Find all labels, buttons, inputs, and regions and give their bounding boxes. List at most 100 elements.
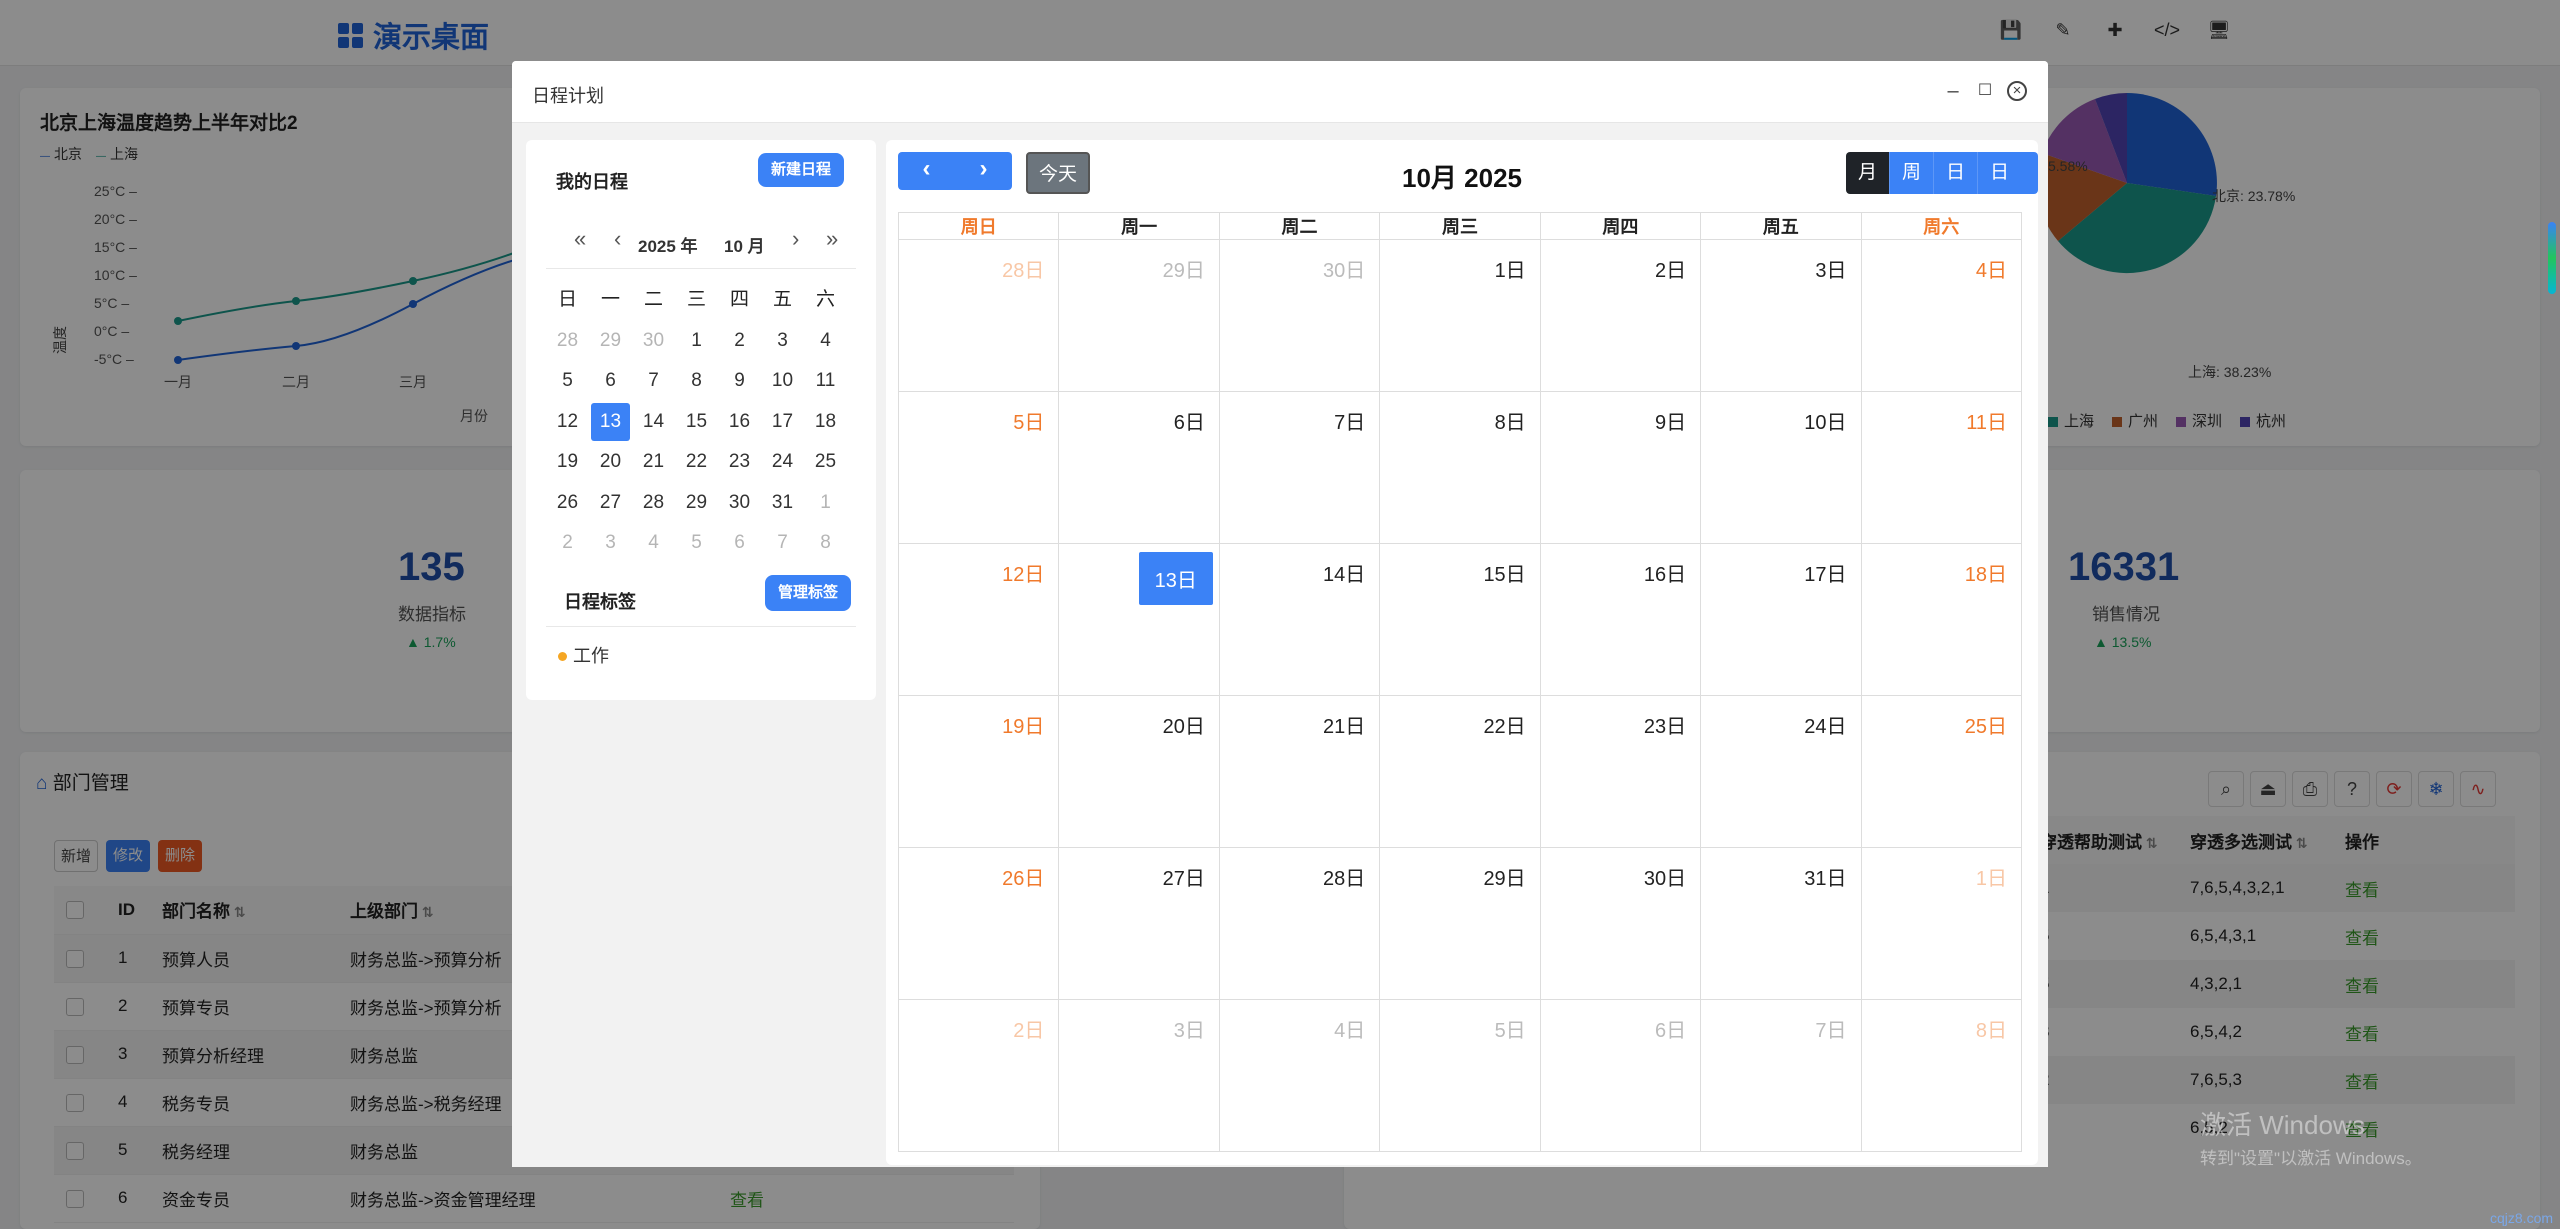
- prev-year-icon[interactable]: «: [574, 226, 586, 252]
- day-cell-today[interactable]: 13日: [1058, 543, 1220, 696]
- mini-day[interactable]: 28: [546, 321, 589, 362]
- mini-day[interactable]: 3: [589, 523, 632, 564]
- day-cell[interactable]: 25日: [1860, 695, 2023, 848]
- day-cell[interactable]: 3日: [1058, 999, 1220, 1152]
- mini-day[interactable]: 6: [589, 361, 632, 402]
- next-month-icon[interactable]: ›: [792, 226, 799, 252]
- day-cell[interactable]: 9日: [1539, 391, 1702, 544]
- mini-year-label[interactable]: 2025 年: [638, 232, 698, 257]
- mini-day[interactable]: 15: [675, 402, 718, 443]
- mini-day[interactable]: 12: [546, 402, 589, 443]
- mini-day[interactable]: 29: [675, 483, 718, 524]
- mini-day[interactable]: 19: [546, 442, 589, 483]
- day-cell[interactable]: 22日: [1379, 695, 1541, 848]
- day-cell[interactable]: 31日: [1700, 847, 1862, 1000]
- mini-day[interactable]: 21: [632, 442, 675, 483]
- manage-tags-button[interactable]: 管理标签: [765, 575, 851, 611]
- mini-day[interactable]: 20: [589, 442, 632, 483]
- day-cell[interactable]: 4日: [1860, 239, 2023, 392]
- day-cell[interactable]: 5日: [897, 391, 1060, 544]
- day-cell[interactable]: 21日: [1218, 695, 1381, 848]
- view-week-button[interactable]: 周: [1889, 152, 1934, 194]
- mini-day[interactable]: 31: [761, 483, 804, 524]
- day-cell[interactable]: 16日: [1539, 543, 1702, 696]
- mini-day[interactable]: 4: [632, 523, 675, 564]
- mini-day[interactable]: 25: [804, 442, 847, 483]
- day-cell[interactable]: 29日: [1379, 847, 1541, 1000]
- day-cell[interactable]: 24日: [1700, 695, 1862, 848]
- mini-day[interactable]: 26: [546, 483, 589, 524]
- view-day-button[interactable]: 日: [1933, 152, 1978, 194]
- dialog-header[interactable]: 日程计划 – ☐ ×: [512, 61, 2048, 123]
- day-cell[interactable]: 8日: [1379, 391, 1541, 544]
- mini-day[interactable]: 18: [804, 402, 847, 443]
- mini-day[interactable]: 2: [546, 523, 589, 564]
- day-cell[interactable]: 11日: [1860, 391, 2023, 544]
- mini-day-selected[interactable]: 13: [591, 402, 630, 441]
- mini-day[interactable]: 24: [761, 442, 804, 483]
- tag-work[interactable]: 工作: [558, 642, 609, 668]
- mini-day[interactable]: 1: [675, 321, 718, 362]
- day-cell[interactable]: 7日: [1218, 391, 1381, 544]
- mini-day[interactable]: 7: [632, 361, 675, 402]
- mini-month-label[interactable]: 10 月: [724, 232, 765, 257]
- day-cell[interactable]: 10日: [1700, 391, 1862, 544]
- day-cell[interactable]: 12日: [897, 543, 1060, 696]
- mini-day[interactable]: 9: [718, 361, 761, 402]
- day-cell[interactable]: 19日: [897, 695, 1060, 848]
- mini-day[interactable]: 28: [632, 483, 675, 524]
- minimize-icon[interactable]: –: [1940, 79, 1966, 105]
- day-cell[interactable]: 6日: [1539, 999, 1702, 1152]
- next-year-icon[interactable]: »: [826, 226, 838, 252]
- day-cell[interactable]: 2日: [897, 999, 1060, 1152]
- day-cell[interactable]: 15日: [1379, 543, 1541, 696]
- day-cell[interactable]: 18日: [1860, 543, 2023, 696]
- day-cell[interactable]: 26日: [897, 847, 1060, 1000]
- mini-day[interactable]: 14: [632, 402, 675, 443]
- mini-day[interactable]: 30: [718, 483, 761, 524]
- day-cell[interactable]: 17日: [1700, 543, 1862, 696]
- mini-day[interactable]: 6: [718, 523, 761, 564]
- mini-day[interactable]: 11: [804, 361, 847, 402]
- mini-day[interactable]: 3: [761, 321, 804, 362]
- day-cell[interactable]: 5日: [1379, 999, 1541, 1152]
- day-cell[interactable]: 2日: [1539, 239, 1702, 392]
- day-cell[interactable]: 30日: [1539, 847, 1702, 1000]
- day-cell[interactable]: 8日: [1860, 999, 2023, 1152]
- day-cell[interactable]: 14日: [1218, 543, 1381, 696]
- mini-day[interactable]: 22: [675, 442, 718, 483]
- day-cell[interactable]: 23日: [1539, 695, 1702, 848]
- mini-day[interactable]: 27: [589, 483, 632, 524]
- mini-day[interactable]: 10: [761, 361, 804, 402]
- close-icon[interactable]: ×: [2007, 81, 2027, 101]
- day-cell[interactable]: 20日: [1058, 695, 1220, 848]
- mini-day[interactable]: 1: [804, 483, 847, 524]
- mini-day[interactable]: 8: [675, 361, 718, 402]
- new-schedule-button[interactable]: 新建日程: [758, 153, 844, 187]
- mini-day[interactable]: 4: [804, 321, 847, 362]
- day-cell[interactable]: 4日: [1218, 999, 1381, 1152]
- day-cell[interactable]: 7日: [1700, 999, 1862, 1152]
- side-handle[interactable]: [2548, 222, 2556, 294]
- mini-day[interactable]: 29: [589, 321, 632, 362]
- mini-day[interactable]: 2: [718, 321, 761, 362]
- mini-day[interactable]: 23: [718, 442, 761, 483]
- prev-month-icon[interactable]: ‹: [614, 226, 621, 252]
- day-cell[interactable]: 29日: [1058, 239, 1220, 392]
- view-list-button[interactable]: 日程: [1977, 152, 2038, 194]
- day-cell[interactable]: 1日: [1379, 239, 1541, 392]
- maximize-icon[interactable]: ☐: [1972, 79, 1998, 105]
- day-cell[interactable]: 3日: [1700, 239, 1862, 392]
- view-month-button[interactable]: 月: [1846, 152, 1890, 194]
- mini-day[interactable]: 5: [546, 361, 589, 402]
- day-cell[interactable]: 30日: [1218, 239, 1381, 392]
- mini-day[interactable]: 17: [761, 402, 804, 443]
- day-cell[interactable]: 1日: [1860, 847, 2023, 1000]
- mini-day[interactable]: 8: [804, 523, 847, 564]
- day-cell[interactable]: 28日: [1218, 847, 1381, 1000]
- day-cell[interactable]: 28日: [897, 239, 1060, 392]
- day-cell[interactable]: 6日: [1058, 391, 1220, 544]
- day-cell[interactable]: 27日: [1058, 847, 1220, 1000]
- mini-day[interactable]: 30: [632, 321, 675, 362]
- mini-day[interactable]: 16: [718, 402, 761, 443]
